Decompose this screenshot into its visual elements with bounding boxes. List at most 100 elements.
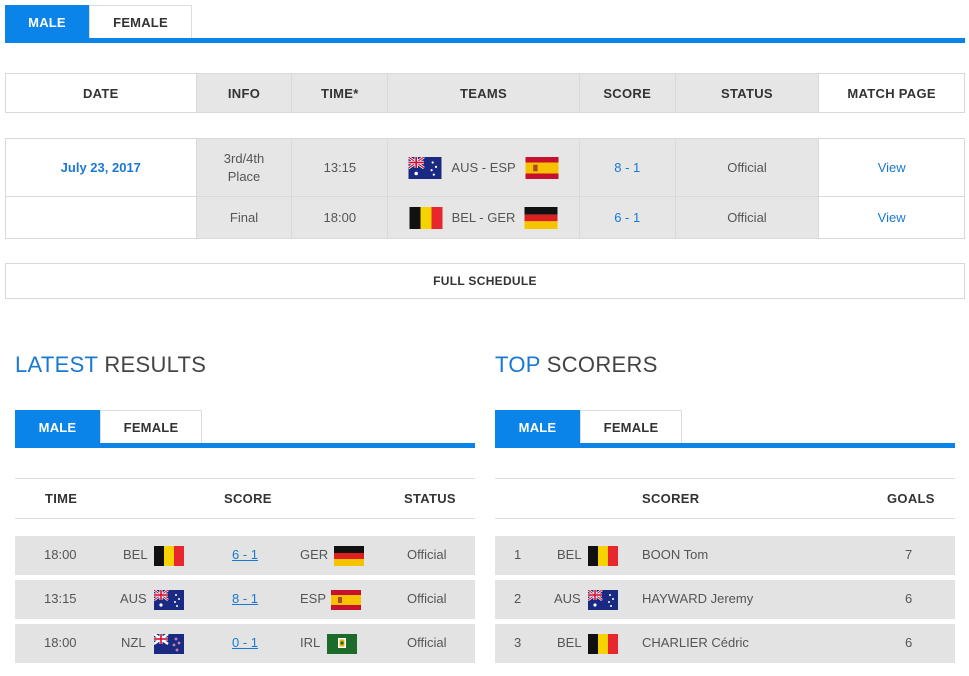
scorer-rank: 3 <box>514 635 522 650</box>
header-info: INFO <box>196 74 293 112</box>
result-score-link[interactable]: 0 - 1 <box>232 635 258 650</box>
top-gender-tabs: MALE FEMALE <box>5 5 192 39</box>
header-time: TIME <box>45 491 78 506</box>
scorer-rank: 1 <box>514 547 522 562</box>
schedule-header: DATE INFO TIME* TEAMS SCORE STATUS MATCH… <box>5 73 965 113</box>
table-row: 3 BEL CHARLIER Cédric 6 <box>495 624 955 663</box>
home-team: AUS <box>120 591 147 606</box>
away-team: ESP <box>300 591 327 606</box>
table-row: 18:00 BEL 6 - 1 GER Official <box>15 536 475 575</box>
scorer-country: AUS <box>554 591 581 606</box>
tab-male[interactable]: MALE <box>5 5 89 39</box>
header-scorer: SCORER <box>642 491 700 506</box>
latest-results-title-highlight: LATEST <box>15 352 98 377</box>
spain-flag-icon <box>524 157 560 179</box>
table-row: 13:15 AUS 8 - 1 ESP Official <box>15 580 475 619</box>
match-time: 13:15 <box>292 139 389 196</box>
top-scorers-title: TOP SCORERS <box>495 352 658 378</box>
header-score: SCORE <box>224 491 272 506</box>
teams-label: AUS - ESP <box>451 159 516 175</box>
germany-flag-icon <box>334 546 364 566</box>
latest-results-title: LATEST RESULTS <box>15 352 206 378</box>
belgium-flag-icon <box>408 207 444 229</box>
header-score: SCORE <box>579 74 676 112</box>
germany-flag-icon <box>523 207 559 229</box>
away-team: GER <box>300 547 329 562</box>
home-team: NZL <box>121 635 146 650</box>
scorer-goals: 7 <box>905 547 913 562</box>
schedule-row: Final 18:00 BEL - GER 6 - 1 Official Vie… <box>6 197 964 238</box>
header-time: TIME* <box>292 74 389 112</box>
header-match-page: MATCH PAGE <box>847 85 936 101</box>
latest-results-header: TIME SCORE STATUS <box>15 478 475 519</box>
scorer-country: BEL <box>557 547 582 562</box>
spain-flag-icon <box>331 590 361 610</box>
scorer-country: BEL <box>557 635 582 650</box>
away-team: IRL <box>300 635 321 650</box>
match-score-link[interactable]: 8 - 1 <box>579 139 676 196</box>
latest-results-table: TIME SCORE STATUS 18:00 BEL 6 - 1 GER Of… <box>15 478 475 668</box>
australia-flag-icon <box>154 590 184 610</box>
belgium-flag-icon <box>588 546 618 566</box>
match-teams: AUS - ESP <box>388 139 580 196</box>
top-scorers-tabs: MALE FEMALE <box>495 410 682 444</box>
ireland-hockey-flag-icon <box>327 634 357 654</box>
match-date: July 23, 2017 <box>6 139 197 196</box>
match-status: Official <box>675 197 820 238</box>
match-info: Final <box>196 197 293 238</box>
view-match-link[interactable]: View <box>819 139 964 196</box>
tab-female[interactable]: FEMALE <box>580 410 682 444</box>
result-time: 18:00 <box>44 635 77 650</box>
schedule-row: July 23, 2017 3rd/4th Place 13:15 AUS - … <box>6 139 964 197</box>
scorer-goals: 6 <box>905 591 913 606</box>
match-score-link[interactable]: 6 - 1 <box>579 197 676 238</box>
header-date: DATE <box>6 74 197 112</box>
belgium-flag-icon <box>154 546 184 566</box>
match-teams: BEL - GER <box>388 197 580 238</box>
australia-flag-icon <box>588 590 618 610</box>
result-time: 13:15 <box>44 591 77 606</box>
header-status: STATUS <box>404 491 456 506</box>
table-row: 2 AUS HAYWARD Jeremy 6 <box>495 580 955 619</box>
match-info: 3rd/4th Place <box>196 139 293 196</box>
result-score-link[interactable]: 6 - 1 <box>232 547 258 562</box>
home-team: BEL <box>123 547 148 562</box>
schedule-table: July 23, 2017 3rd/4th Place 13:15 AUS - … <box>5 138 965 239</box>
tab-male[interactable]: MALE <box>15 410 100 444</box>
scorer-rank: 2 <box>514 591 522 606</box>
latest-results-title-rest: RESULTS <box>104 352 207 377</box>
top-scorers-header: SCORER GOALS <box>495 478 955 519</box>
tab-underline <box>5 38 965 43</box>
match-time: 18:00 <box>292 197 389 238</box>
top-scorers-title-highlight: TOP <box>495 352 541 377</box>
belgium-flag-icon <box>588 634 618 654</box>
latest-results-tabs: MALE FEMALE <box>15 410 202 444</box>
australia-flag-icon <box>407 157 443 179</box>
result-score-link[interactable]: 8 - 1 <box>232 591 258 606</box>
table-row: 1 BEL BOON Tom 7 <box>495 536 955 575</box>
table-row: 18:00 NZL 0 - 1 IRL Official <box>15 624 475 663</box>
scorer-goals: 6 <box>905 635 913 650</box>
new-zealand-flag-icon <box>154 634 184 654</box>
header-goals: GOALS <box>887 491 935 506</box>
scorer-name: HAYWARD Jeremy <box>642 591 754 606</box>
scorer-name: CHARLIER Cédric <box>642 635 749 650</box>
result-status: Official <box>407 635 447 650</box>
result-status: Official <box>407 547 447 562</box>
tab-female[interactable]: FEMALE <box>89 5 192 39</box>
scorer-name: BOON Tom <box>642 547 709 562</box>
view-match-link[interactable]: View <box>819 197 964 238</box>
teams-label: BEL - GER <box>451 209 516 225</box>
header-teams: TEAMS <box>388 74 580 112</box>
result-status: Official <box>407 591 447 606</box>
tab-female[interactable]: FEMALE <box>100 410 202 444</box>
match-date <box>6 197 197 238</box>
result-time: 18:00 <box>44 547 77 562</box>
header-status: STATUS <box>675 74 820 112</box>
top-scorers-table: SCORER GOALS 1 BEL BOON Tom 7 2 AUS HAYW… <box>495 478 955 668</box>
top-scorers-title-rest: SCORERS <box>546 352 658 377</box>
tab-underline <box>495 443 955 448</box>
full-schedule-button[interactable]: FULL SCHEDULE <box>5 263 965 299</box>
tab-underline <box>15 443 475 448</box>
tab-male[interactable]: MALE <box>495 410 580 444</box>
